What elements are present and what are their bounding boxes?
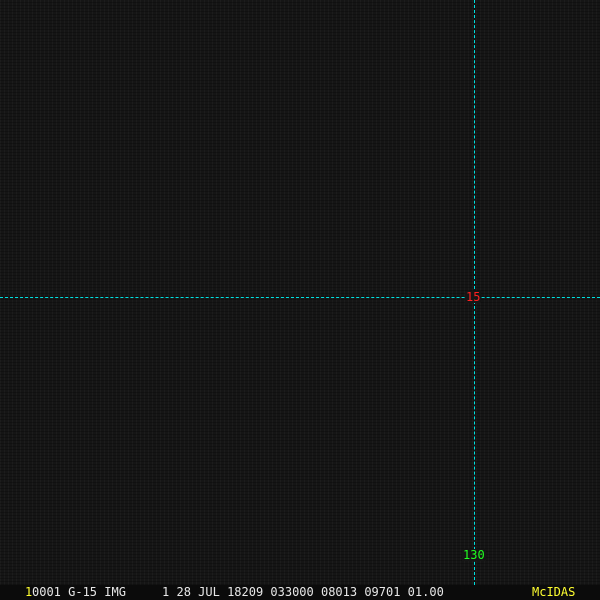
latitude-grid-line: [0, 297, 600, 298]
mcidas-brand: McIDAS: [532, 585, 576, 599]
latitude-label: 15: [465, 290, 482, 304]
status-bar: 1 0001 G-15 IMG 1 28 JUL 18209 033000 08…: [0, 585, 600, 600]
image-info: 0001 G-15 IMG 1 28 JUL 18209 033000 0801…: [32, 585, 444, 599]
satellite-image-frame: 15 130 1 0001 G-15 IMG 1 28 JUL 18209 03…: [0, 0, 600, 600]
longitude-label: 130: [462, 548, 486, 562]
